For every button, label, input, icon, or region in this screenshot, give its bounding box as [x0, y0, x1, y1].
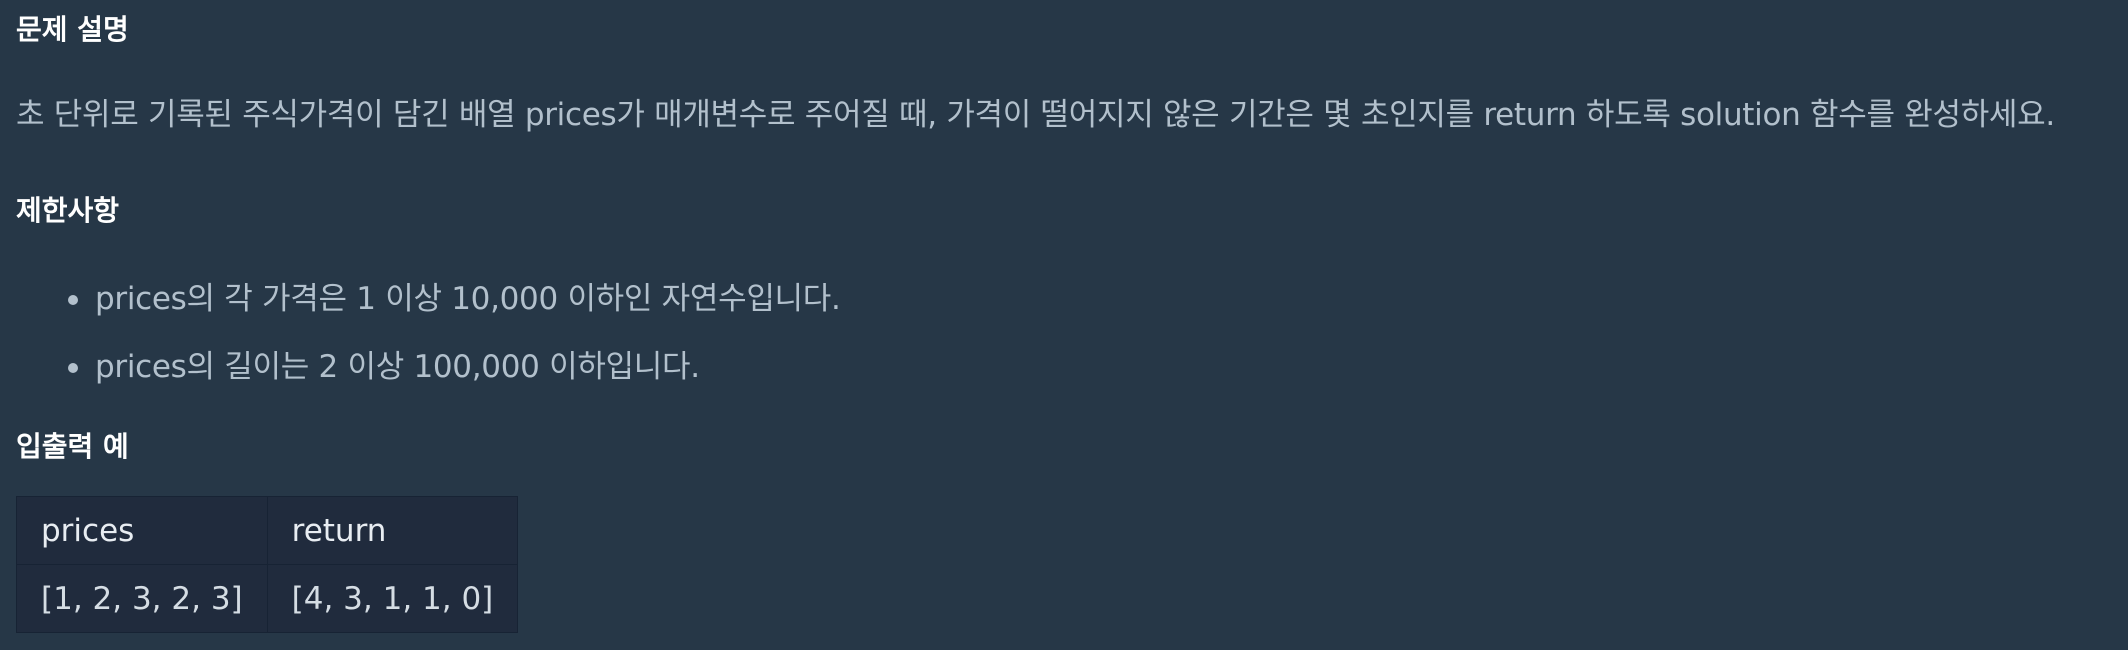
examples-table: prices return [1, 2, 3, 2, 3] [4, 3, 1, …	[16, 496, 519, 633]
problem-description: 초 단위로 기록된 주식가격이 담긴 배열 prices가 매개변수로 주어질 …	[16, 97, 2055, 133]
bullet-icon	[68, 363, 78, 373]
constraint-text: prices의 길이는 2 이상 100,000 이하입니다.	[95, 349, 700, 385]
constraints-list: prices의 각 가격은 1 이상 10,000 이하인 자연수입니다. pr…	[0, 265, 841, 401]
constraint-item: prices의 길이는 2 이상 100,000 이하입니다.	[0, 333, 841, 401]
table-header-row: prices return	[16, 496, 519, 565]
table-cell-prices: [1, 2, 3, 2, 3]	[16, 564, 268, 633]
constraints-heading: 제한사항	[16, 194, 120, 227]
constraint-item: prices의 각 가격은 1 이상 10,000 이하인 자연수입니다.	[0, 265, 841, 333]
table-cell-return: [4, 3, 1, 1, 0]	[266, 564, 519, 633]
column-header-prices: prices	[16, 496, 268, 565]
problem-page: 문제 설명 초 단위로 기록된 주식가격이 담긴 배열 prices가 매개변수…	[0, 0, 2128, 650]
column-header-return: return	[266, 496, 519, 565]
examples-heading: 입출력 예	[16, 430, 129, 463]
table-row: [1, 2, 3, 2, 3] [4, 3, 1, 1, 0]	[16, 564, 519, 633]
bullet-icon	[68, 295, 78, 305]
description-heading: 문제 설명	[16, 13, 129, 46]
constraint-text: prices의 각 가격은 1 이상 10,000 이하인 자연수입니다.	[95, 281, 841, 317]
